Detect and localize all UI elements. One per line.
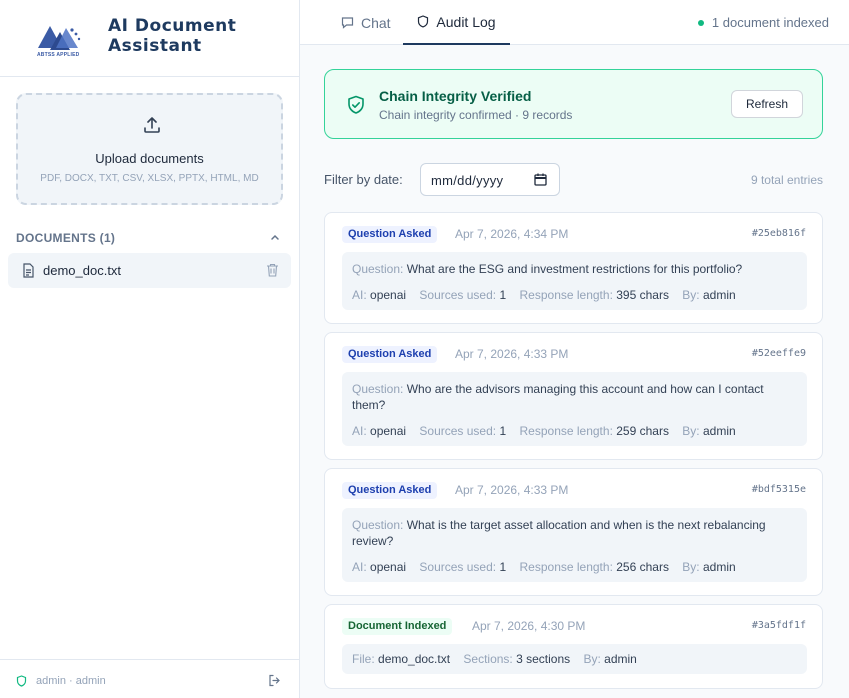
trash-icon[interactable]	[266, 263, 279, 277]
documents-header[interactable]: DOCUMENTS (1)	[16, 230, 283, 246]
audit-entry: Question Asked Apr 7, 2026, 4:33 PM #52e…	[324, 332, 823, 460]
upload-title: Upload documents	[95, 151, 204, 166]
documents-label: DOCUMENTS (1)	[16, 231, 116, 245]
chat-icon	[341, 17, 354, 29]
brand-header: ABTSS APPLIED AI Document Assistant	[0, 0, 299, 77]
entry-timestamp: Apr 7, 2026, 4:34 PM	[455, 227, 569, 241]
shield-icon	[418, 15, 429, 28]
chevron-up-icon[interactable]	[269, 231, 281, 243]
top-bar: Chat Audit Log 1 document indexed	[300, 0, 849, 45]
date-placeholder: mm/dd/yyyy	[431, 173, 504, 188]
entry-hash: #bdf5315e	[751, 484, 806, 495]
entry-meta: AI: openai Sources used: 1 Response leng…	[352, 560, 736, 574]
entry-details: Question: What are the ESG and investmen…	[342, 252, 807, 310]
tab-chat[interactable]: Chat	[341, 0, 391, 45]
index-status: 1 document indexed	[697, 15, 829, 30]
entry-hash: #25eb816f	[751, 228, 806, 239]
event-type-badge: Question Asked	[342, 482, 438, 499]
integrity-title: Chain Integrity Verified	[379, 88, 532, 104]
upload-dropzone[interactable]: Upload documents PDF, DOCX, TXT, CSV, XL…	[16, 93, 283, 205]
tab-audit-log-label: Audit Log	[436, 13, 496, 30]
logout-icon[interactable]	[268, 674, 281, 687]
event-type-badge: Document Indexed	[342, 618, 453, 635]
filter-label: Filter by date:	[324, 172, 403, 187]
entry-details: Question: Who are the advisors managing …	[342, 372, 807, 446]
audit-entry: Question Asked Apr 7, 2026, 4:34 PM #25e…	[324, 212, 823, 324]
audit-entry: Document Indexed Apr 7, 2026, 4:30 PM #3…	[324, 604, 823, 689]
upload-formats: PDF, DOCX, TXT, CSV, XLSX, PPTX, HTML, M…	[40, 173, 259, 184]
entry-meta: File: demo_doc.txt Sections: 3 sections …	[352, 652, 637, 666]
shield-icon	[16, 675, 27, 687]
document-item[interactable]: demo_doc.txt	[8, 253, 291, 288]
integrity-banner: Chain Integrity Verified Chain integrity…	[324, 69, 823, 139]
entry-hash: #52eeffe9	[751, 348, 806, 359]
audit-entry: Question Asked Apr 7, 2026, 4:33 PM #bdf…	[324, 468, 823, 596]
sidebar-footer: admin · admin	[0, 659, 299, 698]
entry-question: Question: What are the ESG and investmen…	[352, 262, 743, 276]
index-status-text: 1 document indexed	[711, 15, 829, 30]
entry-hash: #3a5fdf1f	[751, 620, 806, 631]
tab-chat-label: Chat	[361, 14, 391, 31]
total-entries: 9 total entries	[750, 173, 823, 187]
upload-icon	[144, 117, 160, 133]
event-type-badge: Question Asked	[342, 226, 438, 243]
date-filter-input[interactable]: mm/dd/yyyy	[420, 163, 560, 196]
user-label: admin · admin	[36, 675, 106, 687]
refresh-button[interactable]: Refresh	[731, 90, 803, 118]
entry-details: Question: What is the target asset alloc…	[342, 508, 807, 582]
entry-meta: AI: openai Sources used: 1 Response leng…	[352, 424, 736, 438]
status-dot	[697, 19, 704, 26]
entry-question: Question: Who are the advisors managing …	[352, 382, 764, 412]
event-type-badge: Question Asked	[342, 346, 438, 363]
entry-timestamp: Apr 7, 2026, 4:30 PM	[472, 619, 586, 633]
logo-text: ABTSS APPLIED	[37, 52, 80, 58]
entry-timestamp: Apr 7, 2026, 4:33 PM	[455, 347, 569, 361]
app-title: AI Document Assistant	[108, 16, 237, 56]
entry-timestamp: Apr 7, 2026, 4:33 PM	[455, 483, 569, 497]
entry-details: File: demo_doc.txt Sections: 3 sections …	[342, 644, 807, 674]
entry-question: Question: What is the target asset alloc…	[352, 518, 766, 548]
document-name: demo_doc.txt	[43, 263, 122, 278]
calendar-icon[interactable]	[534, 173, 547, 186]
tab-audit-log[interactable]: Audit Log	[403, 0, 510, 45]
file-icon	[23, 263, 34, 278]
integrity-subtitle: Chain integrity confirmed · 9 records	[379, 108, 573, 122]
shield-check-icon	[348, 95, 364, 114]
sidebar: ABTSS APPLIED AI Document Assistant Uplo…	[0, 0, 300, 698]
entry-meta: AI: openai Sources used: 1 Response leng…	[352, 288, 736, 302]
